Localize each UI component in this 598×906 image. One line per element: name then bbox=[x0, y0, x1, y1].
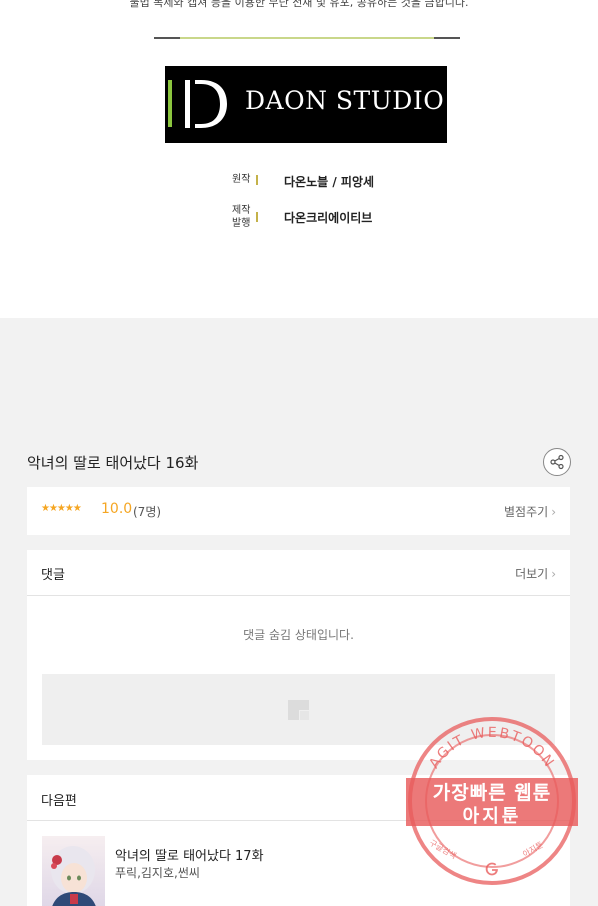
rating-card: ★★★★★ 10.0 (7명) 별점주기 › bbox=[27, 487, 570, 535]
episode-title: 악녀의 딸로 태어났다 16화 bbox=[27, 454, 199, 472]
rating-score: 10.0 bbox=[101, 501, 133, 517]
next-episode-header: 다음편 bbox=[27, 775, 570, 821]
chevron-right-icon: › bbox=[551, 505, 556, 519]
rate-button[interactable]: 별점주기 › bbox=[504, 503, 556, 520]
credit-production-label-2: 발행 bbox=[232, 218, 251, 229]
next-episode-card[interactable]: 다음편 악녀의 딸로 태어났다 17화 푸릭,김지호,썬씨 bbox=[27, 775, 570, 906]
next-episode-authors: 푸릭,김지호,썬씨 bbox=[115, 866, 200, 880]
comments-heading: 댓글 bbox=[41, 568, 65, 583]
credit-separator bbox=[256, 175, 258, 185]
credit-original-label: 원작 bbox=[232, 174, 251, 185]
copyright-notice: 불법 복제와 캡쳐 등을 이용한 무단 전재 및 유포, 공유하는 것을 금합니… bbox=[129, 0, 469, 9]
comments-more-label: 더보기 bbox=[515, 567, 549, 581]
credit-original-value: 다온노블 / 피앙세 bbox=[284, 175, 375, 189]
logo-text: DAON STUDIO bbox=[245, 86, 445, 115]
credit-production-label-1: 제작 bbox=[232, 205, 251, 216]
comments-card: 댓글 더보기 › 댓글 숨김 상태입니다. bbox=[27, 550, 570, 760]
next-episode-title: 악녀의 딸로 태어났다 17화 bbox=[115, 849, 264, 864]
comments-hidden-message: 댓글 숨김 상태입니다. bbox=[243, 628, 354, 642]
next-episode-thumbnail[interactable] bbox=[42, 836, 105, 906]
credits-section: 불법 복제와 캡쳐 등을 이용한 무단 전재 및 유포, 공유하는 것을 금합니… bbox=[0, 0, 598, 318]
comments-more-link[interactable]: 더보기 › bbox=[515, 565, 556, 582]
next-episode-heading: 다음편 bbox=[41, 794, 77, 809]
daon-studio-logo: DAON STUDIO bbox=[165, 66, 447, 143]
share-icon bbox=[550, 454, 564, 470]
logo-accent-bar bbox=[168, 80, 172, 127]
rating-count: (7명) bbox=[133, 505, 162, 519]
logo-d-mark bbox=[185, 80, 227, 128]
credit-separator bbox=[256, 212, 258, 222]
character-thumbnail-image bbox=[51, 846, 96, 906]
divider bbox=[154, 37, 460, 39]
share-button[interactable] bbox=[543, 448, 571, 476]
credit-production-value: 다온크리에이티브 bbox=[284, 211, 373, 225]
image-placeholder-icon bbox=[288, 700, 309, 720]
rate-button-label: 별점주기 bbox=[504, 505, 549, 519]
rating-stars: ★★★★★ bbox=[41, 503, 82, 514]
comments-header: 댓글 더보기 › bbox=[27, 550, 570, 596]
chevron-right-icon: › bbox=[551, 567, 556, 581]
ad-placeholder bbox=[42, 674, 555, 745]
